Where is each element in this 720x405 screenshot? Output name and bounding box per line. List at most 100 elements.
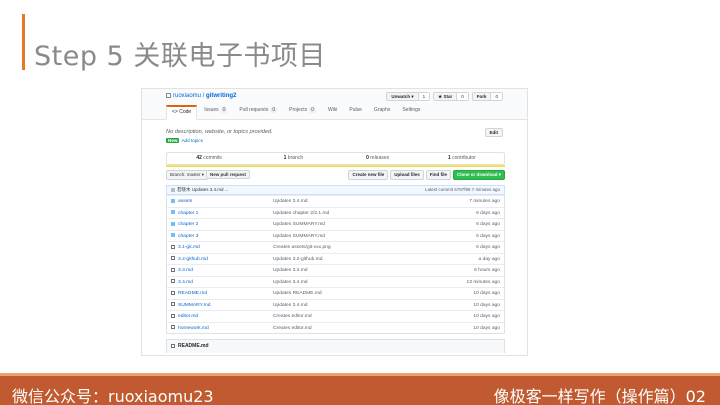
file-icon bbox=[171, 302, 175, 306]
fork-button[interactable]: Fork 0 bbox=[471, 92, 503, 101]
commit-age: 6 days ago bbox=[476, 222, 500, 227]
repo-tabs: <> Code Issues 0 Pull requests 0 Projects 0… bbox=[166, 105, 425, 120]
tab-projects-count: 0 bbox=[309, 107, 316, 113]
star-button[interactable]: ★ Star 0 bbox=[433, 92, 469, 101]
commit-expand[interactable]: ... bbox=[225, 187, 229, 192]
file-name-link[interactable]: assets bbox=[167, 196, 273, 207]
file-row: SUMMARY.md Updates 3.4.md 10 days ago bbox=[167, 298, 504, 311]
file-name-link[interactable]: SUMMARY.md bbox=[167, 300, 273, 311]
tab-issues-label: Issues bbox=[204, 107, 219, 113]
commit-age: 10 days ago bbox=[473, 302, 500, 308]
releases-stat[interactable]: 0 releases bbox=[336, 153, 420, 164]
slide-footer: 微信公众号：ruoxiaomu23 像极客一样写作（操作篇）02 bbox=[0, 373, 720, 405]
file-name: chapter 2 bbox=[178, 222, 199, 227]
latest-commit-bar: 若晓木 Updates 3.4.md ... Latest commit 578… bbox=[166, 185, 505, 195]
tab-pull-requests[interactable]: Pull requests 0 bbox=[234, 105, 282, 119]
branch-select-button[interactable]: Branch: master ▾ bbox=[166, 170, 209, 180]
title-accent-bar bbox=[22, 14, 25, 70]
file-icon bbox=[171, 279, 175, 283]
tab-projects[interactable]: Projects 0 bbox=[284, 105, 321, 119]
tab-pulse-label: Pulse bbox=[349, 107, 362, 113]
releases-label: releases bbox=[368, 155, 390, 161]
commit-message-link[interactable]: Updates 3.4.md bbox=[273, 300, 434, 311]
commit-age: 10 days ago bbox=[473, 314, 500, 319]
file-row: 3.1-git.md Creates assets/git-xxx.png 6 da… bbox=[167, 241, 504, 253]
commit-age: 10 days ago bbox=[473, 291, 500, 296]
upload-files-button[interactable]: Upload files bbox=[390, 170, 424, 180]
file-name-link[interactable]: chapter 3 bbox=[167, 231, 273, 242]
tab-wiki[interactable]: Wiki bbox=[323, 105, 342, 119]
file-name: chapter 1 bbox=[178, 210, 199, 216]
create-new-file-button[interactable]: Create new file bbox=[348, 170, 389, 180]
commit-age: a day ago bbox=[478, 256, 500, 262]
author-avatar bbox=[171, 188, 175, 192]
folder-icon bbox=[171, 221, 175, 226]
commit-message-link[interactable]: Updates 3.4.md bbox=[273, 196, 434, 207]
file-name-link[interactable]: README.md bbox=[167, 288, 273, 299]
file-icon bbox=[171, 313, 175, 318]
file-name: SUMMARY.md bbox=[178, 302, 211, 308]
fork-count[interactable]: 0 bbox=[490, 93, 502, 100]
find-file-button[interactable]: Find file bbox=[425, 170, 451, 180]
commit-message-link[interactable]: Updates chapter 2/2.1.md bbox=[273, 208, 434, 219]
file-name-link[interactable]: chapter 2 bbox=[167, 219, 273, 230]
clone-download-button[interactable]: Clone or download ▾ bbox=[452, 170, 505, 180]
file-row: 3.2-github.md Updates 3.2-github.md a day … bbox=[167, 252, 504, 265]
file-name-link[interactable]: chapter 1 bbox=[167, 208, 273, 219]
tab-code-label: <> Code bbox=[172, 109, 192, 115]
commit-message-link[interactable]: Creates editor.md bbox=[273, 311, 434, 322]
file-name: editor.md bbox=[178, 314, 199, 319]
commit-message[interactable]: Updates 3.4.md bbox=[192, 187, 224, 192]
commit-age: 7 minutes ago bbox=[469, 199, 500, 204]
unwatch-label: Unwatch ▾ bbox=[387, 93, 418, 100]
readme-header: README.md bbox=[166, 339, 505, 353]
tab-graphs[interactable]: Graphs bbox=[369, 105, 395, 119]
file-row: README.md Updates README.md 10 days ago bbox=[167, 287, 504, 299]
file-name: 3.1-git.md bbox=[178, 245, 200, 250]
file-name: chapter 3 bbox=[178, 233, 199, 239]
star-label: ★ Star bbox=[434, 93, 457, 100]
file-name: homework.md bbox=[178, 325, 209, 331]
commit-message-link[interactable]: Updates 3.4.md bbox=[273, 277, 434, 288]
contributor-stat[interactable]: 1 contributor bbox=[420, 153, 504, 164]
repo-icon bbox=[166, 93, 171, 98]
commit-message-link[interactable]: Creates assets/git-xxx.png bbox=[273, 242, 434, 253]
commit-message-link[interactable]: Creates editor.md bbox=[273, 323, 434, 334]
commit-message-link[interactable]: Updates 3.2-github.md bbox=[273, 254, 434, 265]
file-icon bbox=[171, 244, 175, 249]
repo-header: ruoxiaomu / gitwriting2 Unwatch ▾ 1 ★ Sta… bbox=[142, 89, 527, 120]
branch-stat[interactable]: 1 branch bbox=[251, 153, 335, 164]
file-name: assets bbox=[178, 199, 193, 204]
watch-count[interactable]: 1 bbox=[417, 93, 430, 100]
commit-message-link[interactable]: Updates SUMMARY.md bbox=[273, 219, 434, 230]
tab-issues[interactable]: Issues 0 bbox=[199, 105, 232, 119]
file-name-link[interactable]: editor.md bbox=[167, 311, 273, 322]
file-name-link[interactable]: 3.1-git.md bbox=[167, 242, 273, 253]
tab-settings[interactable]: Settings bbox=[397, 105, 425, 119]
tab-code[interactable]: <> Code bbox=[166, 105, 198, 120]
file-row: 3.4.md Updates 3.4.md 13 minutes ago bbox=[167, 275, 504, 288]
unwatch-button[interactable]: Unwatch ▾ 1 bbox=[386, 92, 431, 101]
file-name-link[interactable]: 3.4.md bbox=[167, 277, 273, 288]
file-name-link[interactable]: 3.2-github.md bbox=[167, 254, 273, 265]
new-pull-request-button[interactable]: New pull request bbox=[206, 170, 251, 179]
commits-stat[interactable]: 42 commits bbox=[167, 153, 251, 164]
commit-message-link[interactable]: Updates 3.3.md bbox=[273, 265, 434, 276]
commit-message-link[interactable]: Updates README.md bbox=[273, 288, 434, 299]
edit-description-button[interactable]: Edit bbox=[484, 128, 503, 137]
file-icon bbox=[171, 290, 175, 295]
star-count[interactable]: 0 bbox=[456, 93, 468, 100]
tab-settings-label: Settings bbox=[402, 107, 421, 113]
file-name-link[interactable]: homework.md bbox=[167, 323, 273, 334]
repo-owner-link[interactable]: ruoxiaomu bbox=[173, 93, 201, 99]
commit-author[interactable]: 若晓木 bbox=[177, 187, 191, 192]
file-row: 3.3.md Updates 3.3.md 6 hours ago bbox=[167, 264, 504, 276]
commit-message-link[interactable]: Updates SUMMARY.md bbox=[273, 231, 434, 242]
add-topics-link[interactable]: Add topics bbox=[181, 138, 202, 143]
file-name: 3.3.md bbox=[178, 268, 193, 273]
tab-pulse[interactable]: Pulse bbox=[344, 105, 367, 119]
folder-icon bbox=[171, 198, 175, 203]
file-name-link[interactable]: 3.3.md bbox=[167, 265, 273, 276]
file-row: assets Updates 3.4.md 7 minutes ago bbox=[167, 195, 504, 207]
repo-name-link[interactable]: gitwriting2 bbox=[206, 93, 236, 99]
